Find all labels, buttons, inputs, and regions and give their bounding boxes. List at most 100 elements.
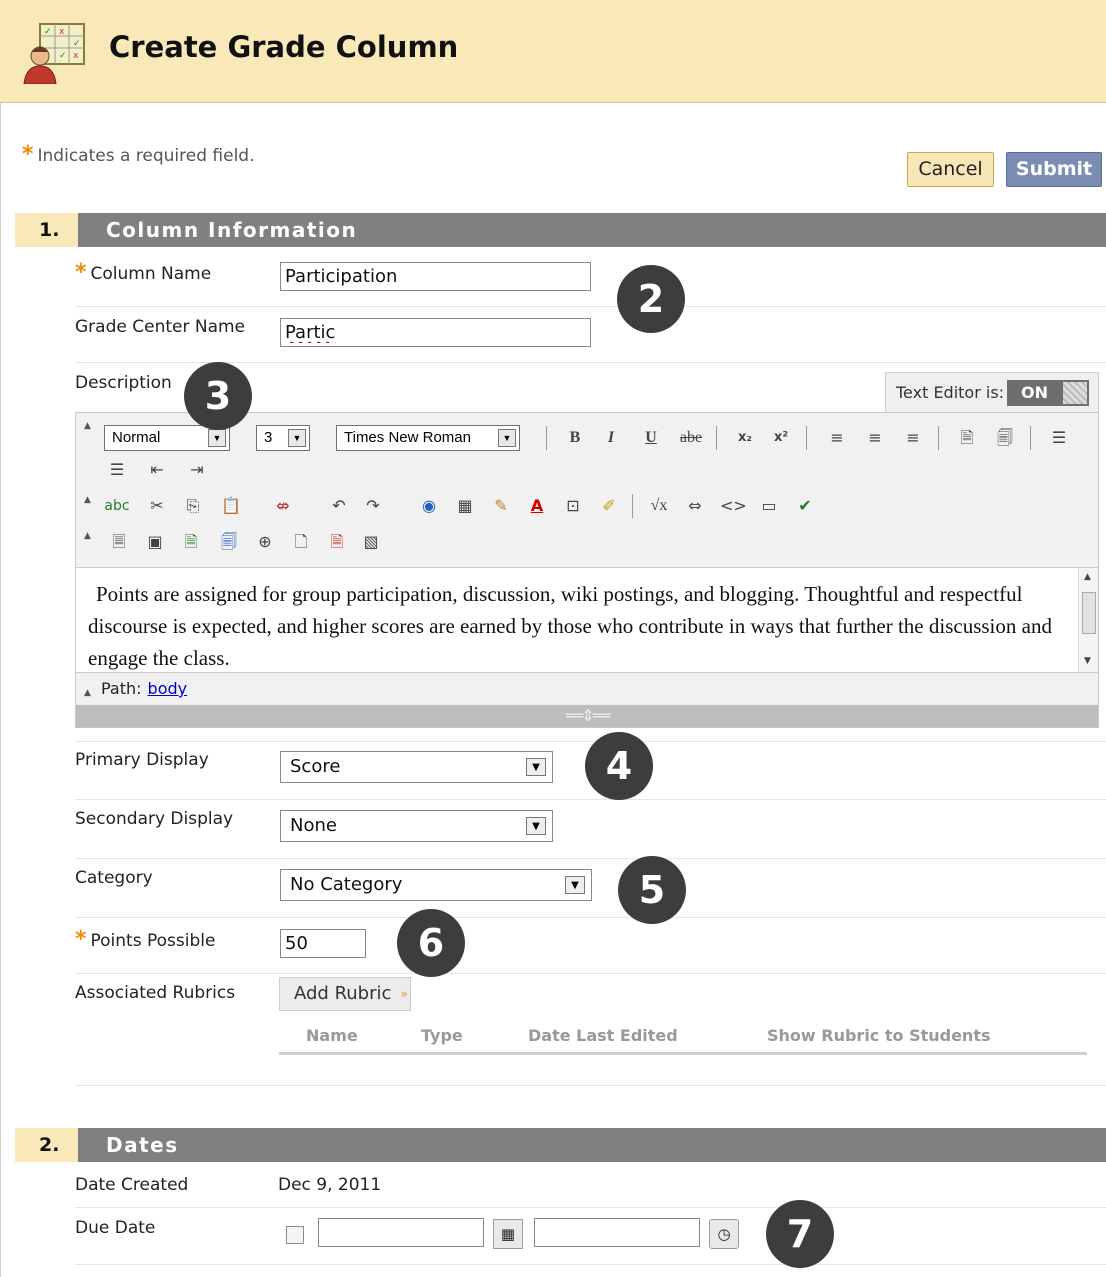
strikethrough-icon[interactable]: abe [674, 425, 708, 451]
primary-display-select[interactable]: Score ▼ [280, 751, 553, 783]
text-editor-switch[interactable]: ON [1007, 380, 1089, 406]
path-label: Path: [101, 679, 142, 698]
insert-link-icon[interactable]: ◉ [416, 493, 442, 519]
callout-badge-3: 3 [184, 362, 252, 430]
date-created-value: Dec 9, 2011 [278, 1175, 382, 1195]
undo-icon[interactable]: ↶ [326, 493, 352, 519]
page-header: ✓ x ✓ ✓ x Create Grade Column [0, 0, 1106, 103]
redo-icon[interactable]: ↷ [360, 493, 386, 519]
align-center-icon[interactable]: ≡ [862, 425, 888, 451]
callout-badge-7: 7 [766, 1200, 834, 1268]
required-field-note: * Indicates a required field. [22, 142, 255, 167]
paste-icon[interactable]: 📋 [218, 493, 244, 519]
outdent-icon[interactable]: ⇤ [144, 457, 170, 483]
due-date-checkbox[interactable] [286, 1226, 304, 1244]
toolbar-divider [716, 426, 717, 450]
highlight-icon[interactable]: ✐ [596, 493, 622, 519]
spellcheck-icon[interactable]: abc [104, 493, 130, 519]
bold-icon[interactable]: B [562, 425, 588, 451]
insert-media-icon[interactable]: ▣ [142, 529, 168, 555]
points-possible-label: * Points Possible [75, 927, 216, 952]
mashup-attach-icon[interactable]: 🗏 [106, 529, 132, 555]
insert-audio-icon[interactable]: 🗎 [178, 529, 204, 555]
italic-icon[interactable]: I [598, 425, 624, 451]
secondary-display-select[interactable]: None ▼ [280, 810, 553, 842]
insert-image-icon[interactable]: ⊡ [560, 493, 586, 519]
insert-applet-icon[interactable]: 🗋 [288, 529, 314, 555]
collapse-caret-icon[interactable]: ▲ [84, 421, 91, 431]
editor-path-bar: ▲ Path: body [76, 674, 1098, 704]
insert-file-icon[interactable]: 🗎 [324, 529, 350, 555]
page-title: Create Grade Column [109, 30, 459, 64]
associated-rubrics-label: Associated Rubrics [75, 983, 236, 1003]
due-date-input[interactable] [318, 1218, 484, 1247]
toolbar-divider [938, 426, 939, 450]
section-number: 2. [15, 1128, 78, 1162]
indent-icon[interactable]: ⇥ [184, 457, 210, 483]
embed-icon[interactable]: ⇔ [682, 493, 708, 519]
pencil-icon[interactable]: ✎ [488, 493, 514, 519]
remove-link-icon[interactable]: ⇎ [270, 493, 296, 519]
align-right-icon[interactable]: ≡ [900, 425, 926, 451]
clock-icon[interactable]: ◷ [709, 1219, 739, 1249]
text-editor-label: Text Editor is: [896, 383, 1005, 402]
scroll-up-icon[interactable]: ▲ [1084, 572, 1091, 582]
font-size-select[interactable]: 3 ▼ [256, 425, 310, 451]
text-color-icon[interactable]: A [524, 493, 550, 519]
collapse-caret-icon[interactable]: ▲ [84, 678, 91, 708]
double-chevron-down-icon: » [400, 987, 408, 1001]
paste-document-icon[interactable]: 🗎 [954, 425, 980, 451]
row-divider [75, 1085, 1106, 1086]
column-name-input[interactable] [280, 262, 591, 291]
row-divider [75, 741, 1106, 742]
required-star-icon: * [75, 260, 87, 285]
chevron-down-icon: ▼ [565, 876, 585, 894]
editor-content-area[interactable]: Points are assigned for group participat… [76, 567, 1098, 673]
copy-icon[interactable]: ⎘ [180, 493, 206, 519]
submit-button[interactable]: Submit [1006, 152, 1102, 187]
insert-flash-icon[interactable]: ⊕ [252, 529, 278, 555]
row-divider [75, 306, 1106, 307]
section-column-information: 1. Column Information [15, 213, 1106, 247]
collapse-caret-icon[interactable]: ▲ [84, 495, 91, 505]
scroll-down-icon[interactable]: ▼ [1084, 656, 1091, 666]
bulleted-list-icon[interactable]: ☰ [104, 457, 130, 483]
insert-video-icon[interactable]: 🗐 [216, 529, 242, 555]
row-divider [75, 858, 1106, 859]
editor-scrollbar[interactable]: ▲ ▼ [1078, 568, 1098, 672]
editor-toolbar: ▲ Normal ▼ 3 ▼ Times New Roman ▼ B I U abe … [76, 413, 1098, 567]
font-family-select[interactable]: Times New Roman ▼ [336, 425, 520, 451]
rubric-table-divider [279, 1052, 1087, 1055]
callout-badge-2: 2 [617, 265, 685, 333]
superscript-icon[interactable]: x² [768, 425, 794, 451]
collapse-caret-icon[interactable]: ▲ [84, 531, 91, 541]
underline-icon[interactable]: U [638, 425, 664, 451]
align-left-icon[interactable]: ≡ [824, 425, 850, 451]
due-time-input[interactable] [534, 1218, 700, 1247]
numbered-list-icon[interactable]: ☰ [1046, 425, 1072, 451]
scroll-thumb[interactable] [1082, 592, 1096, 634]
section-number: 1. [15, 213, 78, 247]
chevron-down-icon: ▼ [526, 817, 546, 835]
category-label: Category [75, 868, 153, 888]
points-possible-input[interactable] [280, 929, 366, 958]
insert-table-icon[interactable]: ▦ [452, 493, 478, 519]
svg-text:x: x [59, 27, 65, 37]
subscript-icon[interactable]: x₂ [732, 425, 758, 451]
mashups-icon[interactable]: ▧ [358, 529, 384, 555]
add-rubric-button[interactable]: Add Rubric» [279, 977, 411, 1011]
cancel-button[interactable]: Cancel [907, 152, 994, 187]
required-note-text: Indicates a required field. [37, 146, 255, 166]
fullscreen-icon[interactable]: ▭ [756, 493, 782, 519]
grade-center-name-input[interactable] [280, 318, 591, 347]
svg-text:✓: ✓ [59, 51, 67, 61]
category-select[interactable]: No Category ▼ [280, 869, 592, 901]
html-source-icon[interactable]: <> [720, 493, 747, 519]
insert-page-icon[interactable]: 🗐 [992, 425, 1018, 451]
path-body-link[interactable]: body [148, 679, 188, 698]
cut-icon[interactable]: ✂ [144, 493, 170, 519]
preview-check-icon[interactable]: ✔ [792, 493, 818, 519]
calendar-icon[interactable]: ▦ [493, 1219, 523, 1249]
equation-icon[interactable]: √x [642, 493, 676, 519]
editor-resize-handle[interactable]: ══⇕══ [76, 705, 1098, 727]
